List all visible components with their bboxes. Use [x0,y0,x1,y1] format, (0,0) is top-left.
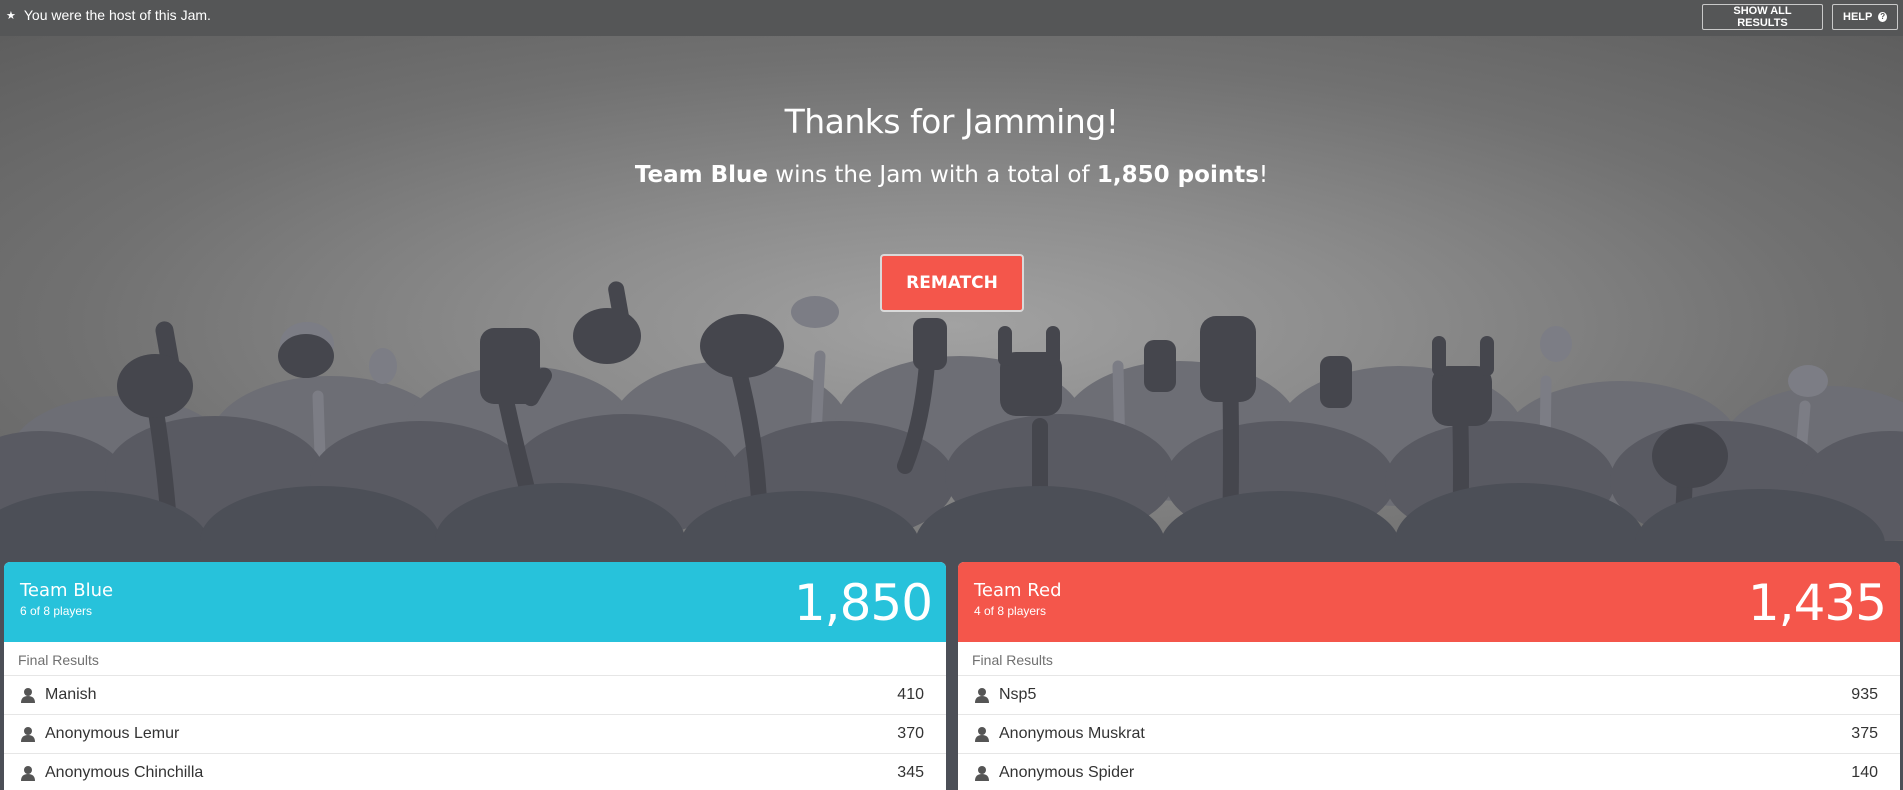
player-score: 345 [897,764,924,781]
team-player-count: 6 of 8 players [20,604,93,618]
person-icon [975,688,989,703]
rematch-button[interactable]: REMATCH [880,254,1024,312]
final-results-label: Final Results [958,642,1900,676]
host-notice: ★ You were the host of this Jam. [6,7,211,23]
team-score: 1,435 [1747,574,1887,632]
player-score: 375 [1851,725,1878,742]
team-header: Team Red 4 of 8 players 1,435 [958,562,1900,642]
person-icon [975,766,989,781]
person-icon [21,688,35,703]
top-bar: ★ You were the host of this Jam. SHOW AL… [0,0,1903,36]
player-name: Anonymous Lemur [45,725,180,742]
player-row: Anonymous Spider 140 [958,754,1900,790]
person-icon [21,727,35,742]
player-row: Nsp5 935 [958,676,1900,715]
player-name: Nsp5 [999,686,1037,703]
person-icon [975,727,989,742]
final-results-label: Final Results [4,642,946,676]
player-row: Anonymous Lemur 370 [4,715,946,754]
team-name: Team Red [974,580,1062,601]
team-name: Team Blue [20,580,114,601]
help-button[interactable]: HELP ? [1832,4,1898,30]
player-score: 140 [1851,764,1878,781]
player-score: 370 [897,725,924,742]
player-name: Manish [45,686,97,703]
player-name: Anonymous Chinchilla [45,764,204,781]
team-header: Team Blue 6 of 8 players 1,850 [4,562,946,642]
team-panel-red: Team Red 4 of 8 players 1,435 Final Resu… [958,562,1900,790]
hero-section: Thanks for Jamming! Team Blue wins the J… [0,36,1903,562]
player-row: Anonymous Muskrat 375 [958,715,1900,754]
show-all-results-button[interactable]: SHOW ALL RESULTS [1702,4,1823,30]
show-all-results-label: SHOW ALL RESULTS [1733,5,1792,29]
player-name: Anonymous Muskrat [999,725,1145,742]
player-name: Anonymous Spider [999,764,1135,781]
team-panel-blue: Team Blue 6 of 8 players 1,850 Final Res… [4,562,946,790]
host-message: You were the host of this Jam. [23,7,211,23]
player-row: Manish 410 [4,676,946,715]
team-score: 1,850 [793,574,933,632]
help-label: HELP [1843,11,1873,23]
star-icon: ★ [6,9,16,22]
player-score: 410 [897,686,924,703]
player-score: 935 [1851,686,1878,703]
team-player-count: 4 of 8 players [974,604,1047,618]
question-circle-icon: ? [1878,12,1887,22]
player-row: Anonymous Chinchilla 345 [4,754,946,790]
person-icon [21,766,35,781]
